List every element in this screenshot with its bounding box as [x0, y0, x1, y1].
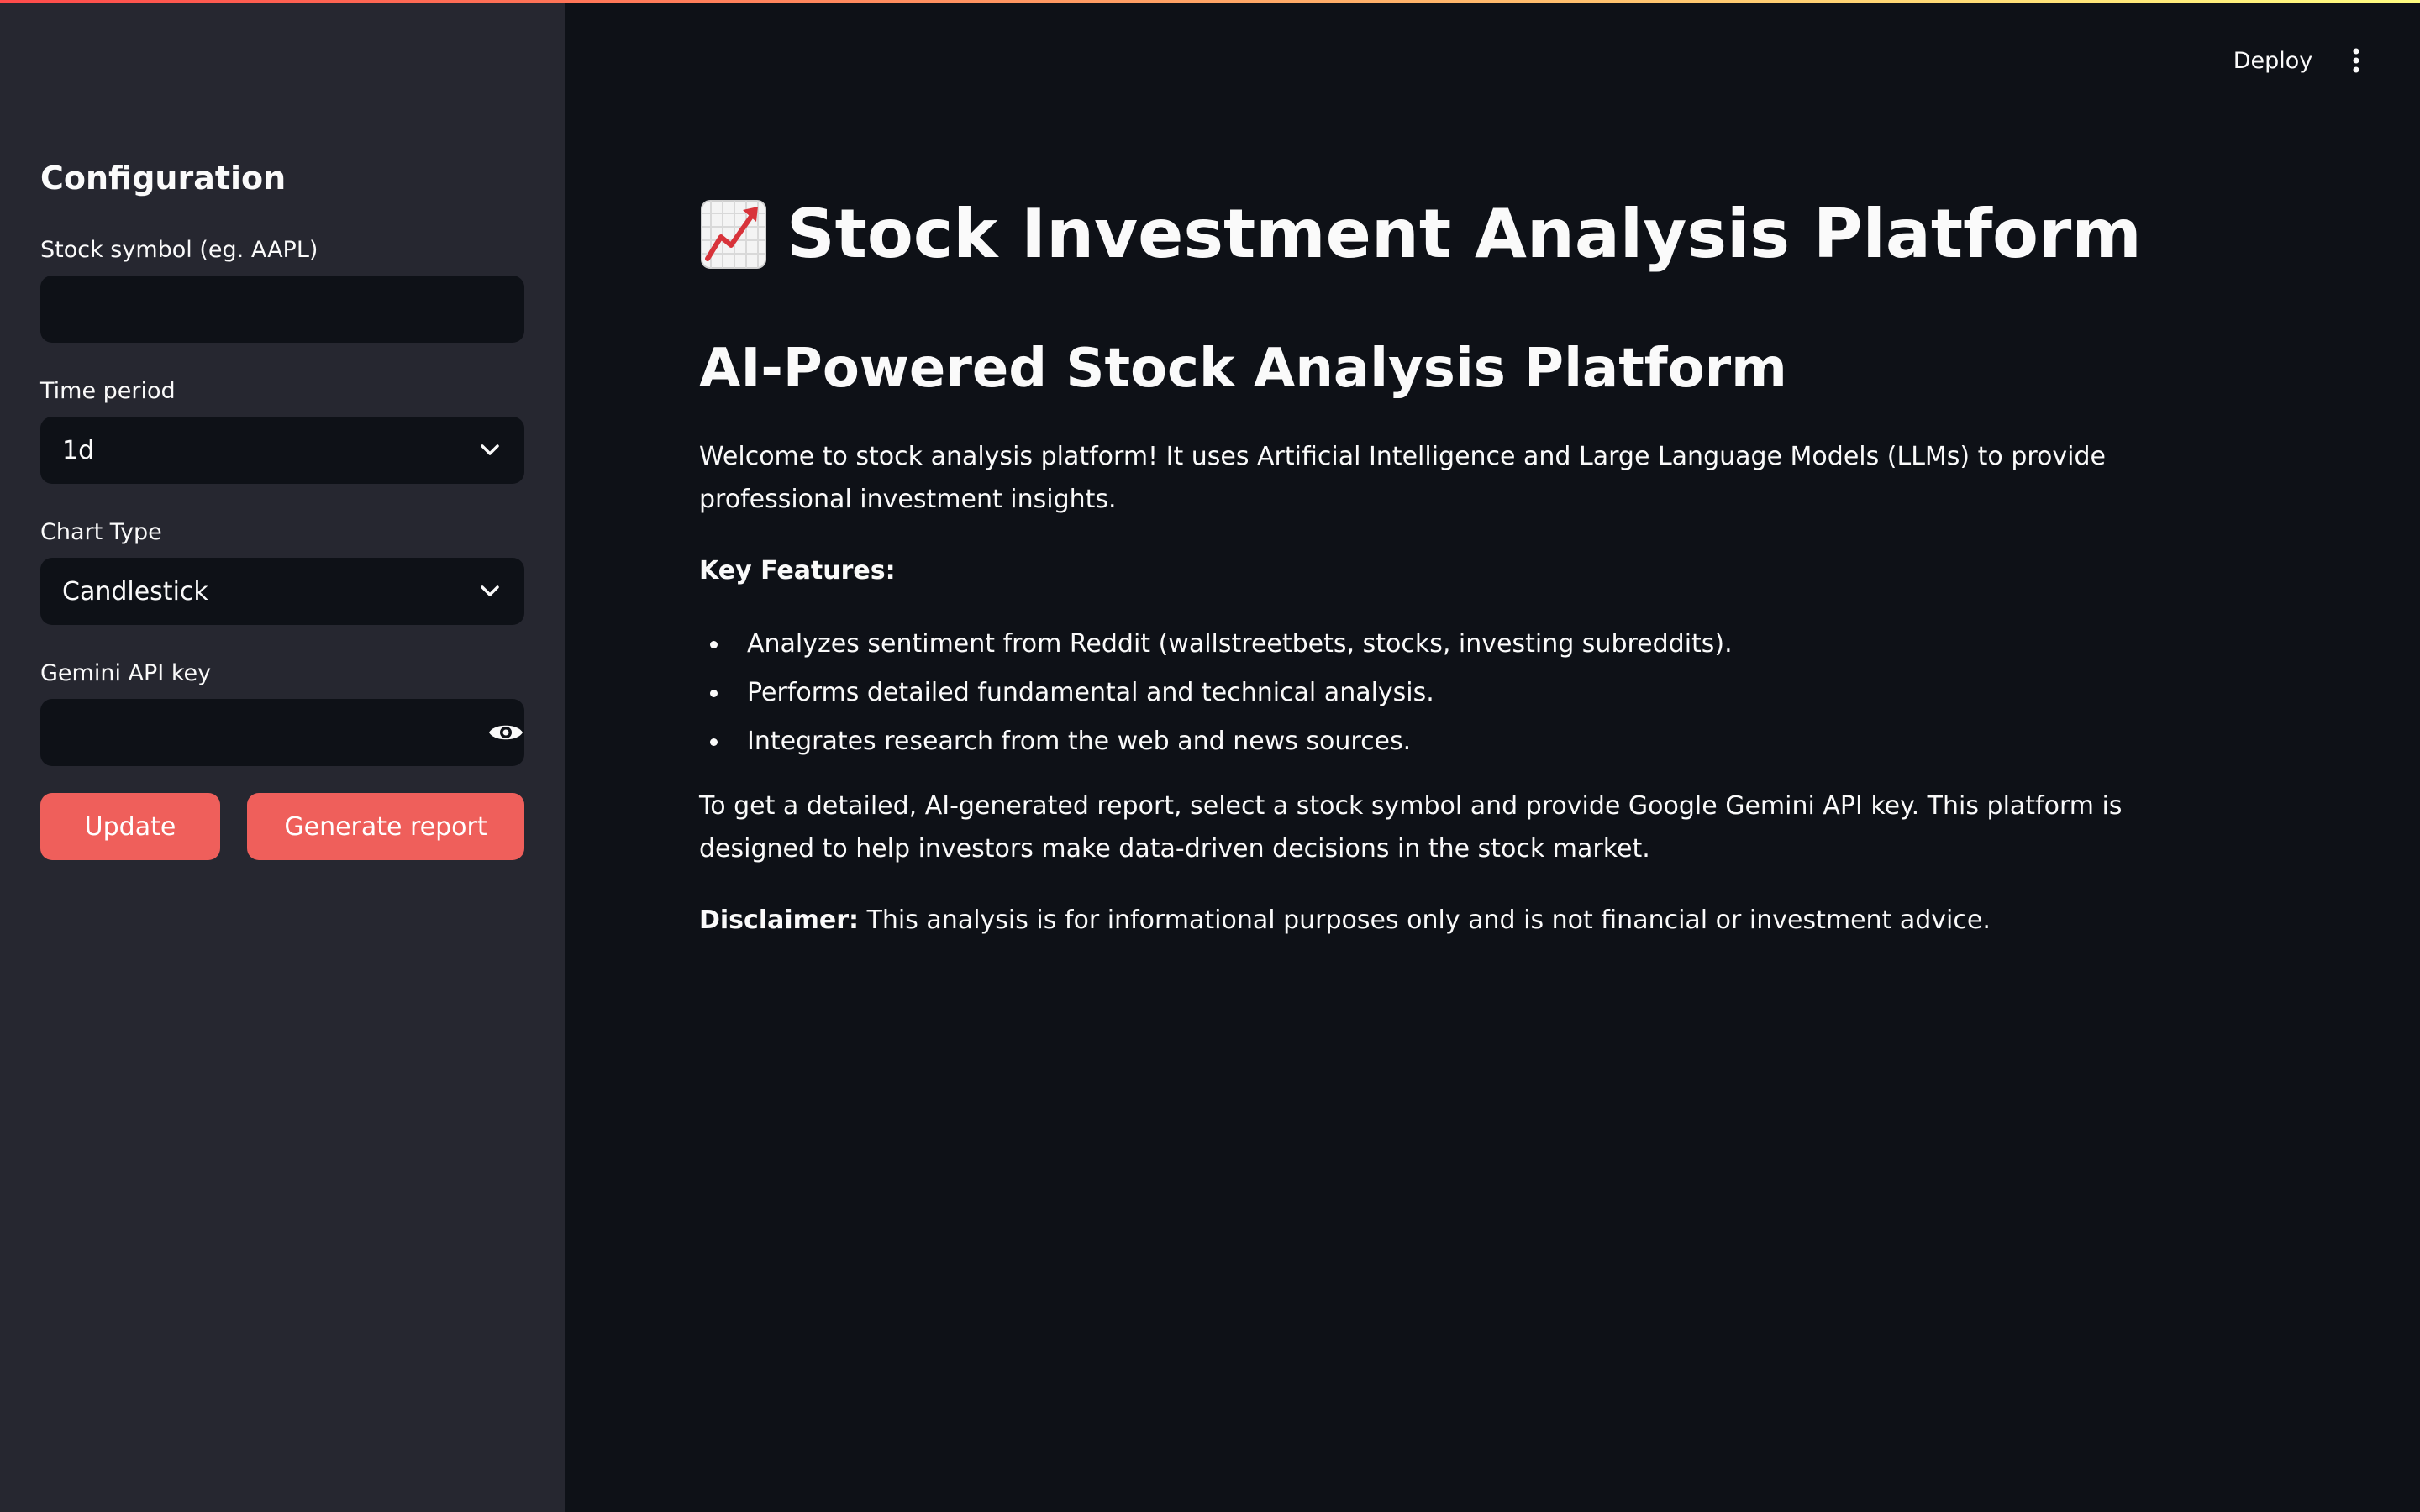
generate-report-button[interactable]: Generate report [247, 793, 524, 860]
page-subtitle: AI-Powered Stock Analysis Platform [699, 338, 1787, 400]
chart-type-value: Candlestick [62, 576, 208, 606]
features-heading: Key Features: [699, 556, 896, 585]
app-root: Configuration Stock symbol (eg. AAPL) Ti… [0, 0, 2420, 1512]
disclaimer-text: This analysis is for informational purpo… [859, 906, 1991, 935]
vertical-ellipsis-icon[interactable] [2339, 44, 2373, 77]
chart-type-select[interactable]: Candlestick [40, 558, 524, 625]
features-list: Analyzes sentiment from Reddit (wallstre… [699, 620, 1733, 766]
header-decoration-bar [0, 0, 2420, 3]
sidebar-title: Configuration [40, 160, 287, 197]
list-item: Performs detailed fundamental and techni… [699, 669, 1733, 717]
api-key-field-wrapper [0, 699, 565, 766]
time-period-value: 1d [62, 435, 95, 465]
time-period-select[interactable]: 1d [40, 417, 524, 484]
sidebar: Configuration Stock symbol (eg. AAPL) Ti… [0, 0, 565, 1512]
stock-symbol-label: Stock symbol (eg. AAPL) [40, 237, 318, 263]
deploy-button[interactable]: Deploy [2218, 44, 2328, 77]
chevron-down-icon [477, 438, 502, 463]
chart-type-label: Chart Type [40, 519, 162, 545]
update-button[interactable]: Update [40, 793, 220, 860]
list-item: Integrates research from the web and new… [699, 717, 1733, 766]
page-title: Stock Investment Analysis Platform [699, 195, 2142, 273]
eye-icon[interactable] [482, 699, 529, 766]
chart-increasing-icon [699, 198, 768, 270]
chevron-down-icon [477, 579, 502, 604]
api-key-input[interactable] [40, 699, 524, 766]
time-period-label: Time period [40, 378, 176, 404]
disclaimer: Disclaimer: This analysis is for informa… [699, 899, 2245, 942]
page-title-text: Stock Investment Analysis Platform [786, 195, 2142, 273]
disclaimer-label: Disclaimer: [699, 906, 860, 935]
list-item: Analyzes sentiment from Reddit (wallstre… [699, 620, 1733, 669]
welcome-text: Welcome to stock analysis platform! It u… [699, 442, 2106, 514]
api-key-label: Gemini API key [40, 660, 212, 686]
report-info-text: To get a detailed, AI-generated report, … [699, 791, 2123, 864]
stock-symbol-input[interactable] [40, 276, 524, 343]
